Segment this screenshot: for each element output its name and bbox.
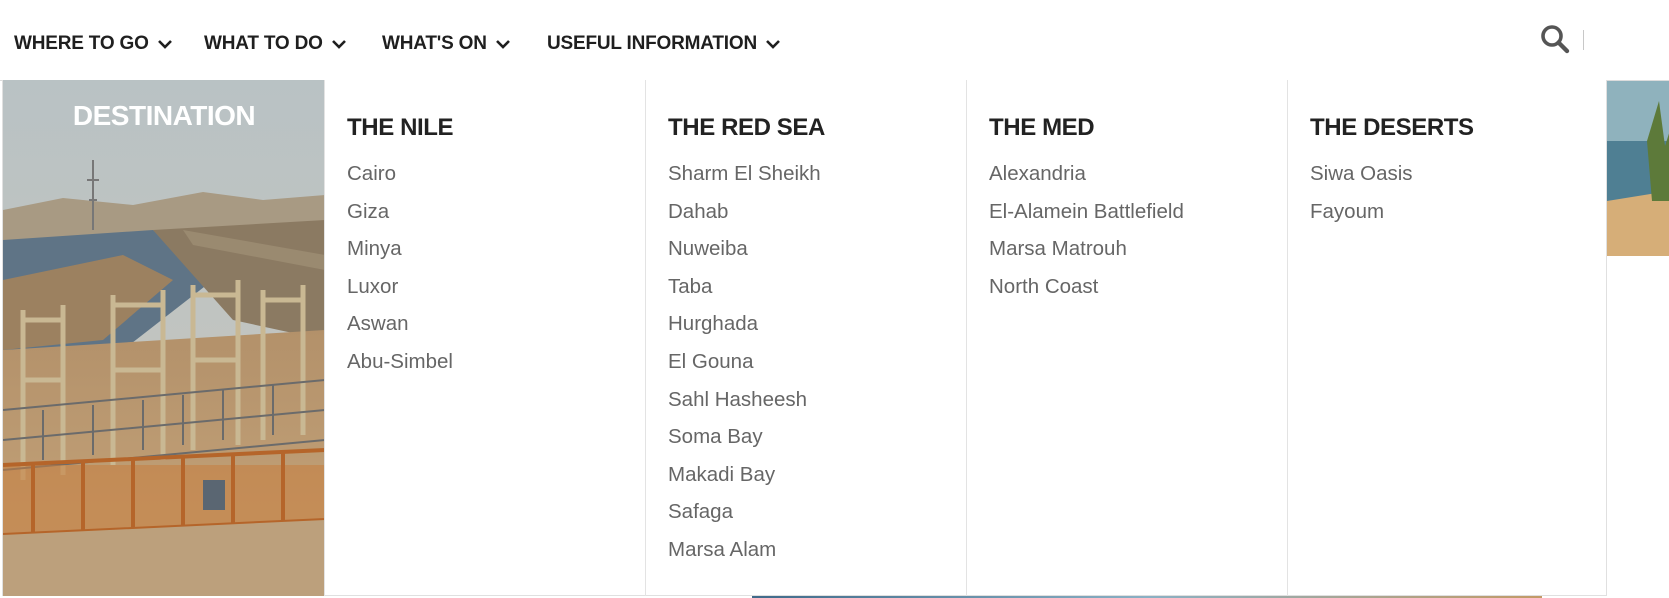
search-icon[interactable] [1540,24,1570,54]
menu-link[interactable]: North Coast [989,275,1184,313]
menu-link[interactable]: El Gouna [668,350,821,388]
menu-link[interactable]: Siwa Oasis [1310,162,1413,200]
link-list: Sharm El Sheikh Dahab Nuweiba Taba Hurgh… [668,162,821,576]
chevron-down-icon [766,40,780,49]
menu-link[interactable]: Nuweiba [668,237,821,275]
column-heading[interactable]: THE RED SEA [668,114,825,142]
menu-link[interactable]: Minya [347,237,453,275]
nav-where-to-go[interactable]: WHERE TO GO [14,32,173,56]
link-list: Alexandria El-Alamein Battlefield Marsa … [989,162,1184,312]
menu-link[interactable]: Safaga [668,500,821,538]
nav-what-to-do[interactable]: WHAT TO DO [204,32,347,56]
nav-useful-information-label: USEFUL INFORMATION [547,33,757,54]
menu-link[interactable]: Fayoum [1310,200,1413,238]
menu-link[interactable]: Sahl Hasheesh [668,388,821,426]
nav-what-to-do-label: WHAT TO DO [204,33,323,54]
menu-link[interactable]: Giza [347,200,453,238]
nav-whats-on-label: WHAT'S ON [382,33,487,54]
menu-link[interactable]: Sharm El Sheikh [668,162,821,200]
menu-link[interactable]: Marsa Alam [668,538,821,576]
chevron-down-icon [331,40,346,49]
menu-link[interactable]: Alexandria [989,162,1184,200]
menu-link[interactable]: Luxor [347,275,453,313]
destination-promo[interactable]: DESTINATION [3,80,325,596]
link-list: Siwa Oasis Fayoum [1310,162,1413,237]
menu-link[interactable]: Cairo [347,162,453,200]
menu-link[interactable]: Hurghada [668,312,821,350]
background-photo-strip [1607,81,1669,256]
top-navigation: WHERE TO GO WHAT TO DO WHAT'S ON USEFUL … [0,0,1669,81]
chevron-down-icon [157,40,172,49]
menu-column-the-med: THE MED Alexandria El-Alamein Battlefiel… [966,80,1287,596]
menu-column-the-red-sea: THE RED SEA Sharm El Sheikh Dahab Nuweib… [645,80,966,596]
menu-link[interactable]: Aswan [347,312,453,350]
mega-menu-panel: DESTINATION THE NILE Cairo Giza Minya Lu… [2,80,1607,596]
nav-divider [1583,30,1584,50]
chevron-down-icon [495,40,510,49]
menu-column-the-nile: THE NILE Cairo Giza Minya Luxor Aswan Ab… [324,80,645,596]
menu-link[interactable]: Dahab [668,200,821,238]
menu-link[interactable]: El-Alamein Battlefield [989,200,1184,238]
menu-link[interactable]: Makadi Bay [668,463,821,501]
column-heading[interactable]: THE MED [989,114,1095,142]
menu-link[interactable]: Soma Bay [668,425,821,463]
link-list: Cairo Giza Minya Luxor Aswan Abu-Simbel [347,162,453,388]
menu-link[interactable]: Abu-Simbel [347,350,453,388]
menu-link[interactable]: Taba [668,275,821,313]
nav-useful-information[interactable]: USEFUL INFORMATION [547,32,781,56]
promo-title: DESTINATION [72,100,256,131]
menu-column-the-deserts: THE DESERTS Siwa Oasis Fayoum [1287,80,1606,596]
promo-photo [3,80,325,596]
menu-link[interactable]: Marsa Matrouh [989,237,1184,275]
nav-where-to-go-label: WHERE TO GO [14,33,149,54]
nav-whats-on[interactable]: WHAT'S ON [382,32,511,56]
column-heading[interactable]: THE NILE [347,114,454,142]
column-heading[interactable]: THE DESERTS [1310,114,1474,142]
